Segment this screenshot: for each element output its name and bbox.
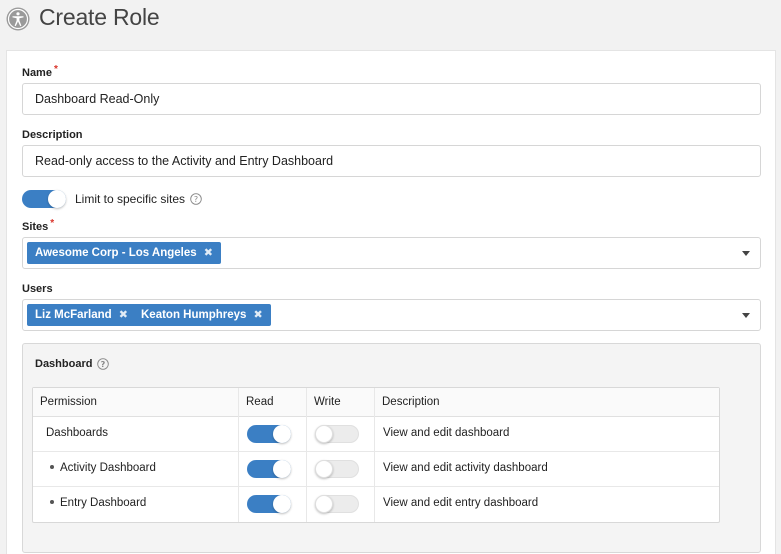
bullet-icon [50,500,54,504]
write-toggle[interactable] [315,495,359,513]
permission-name: Activity Dashboard [50,462,156,474]
write-toggle[interactable] [315,460,359,478]
user-tag: Keaton Humphreys ✖ [133,304,271,326]
help-icon[interactable]: ? [190,193,202,205]
table-header: Permission Read Write Description [33,388,719,417]
read-toggle[interactable] [247,425,291,443]
toggle-knob [48,190,66,208]
permissions-table: Permission Read Write Description Dashbo… [32,387,720,523]
site-tag: Awesome Corp - Los Angeles ✖ [27,242,221,264]
required-marker: * [53,64,58,75]
remove-tag-icon[interactable]: ✖ [204,247,213,259]
panel-title: Dashboard ? [35,358,110,370]
toggle-knob [273,495,291,513]
toggle-knob [315,460,333,478]
page-title: Create Role [39,4,160,30]
required-marker: * [50,218,55,229]
table-row: Dashboards View and edit dashboard [33,417,719,452]
remove-tag-icon[interactable]: ✖ [119,309,128,321]
permission-name: Entry Dashboard [50,497,146,509]
toggle-knob [315,495,333,513]
accessibility-icon [6,7,30,31]
user-tag: Liz McFarland ✖ [27,304,136,326]
svg-text:?: ? [194,195,198,204]
table-row: Activity Dashboard View and edit activit… [33,452,719,487]
users-label: Users [22,283,53,295]
read-toggle[interactable] [247,460,291,478]
bullet-icon [50,465,54,469]
create-role-form: Name * Dashboard Read-Only Description Re… [6,50,776,554]
permission-description: View and edit activity dashboard [383,462,548,474]
toggle-knob [315,425,333,443]
permission-name: Dashboards [46,427,109,439]
description-label: Description [22,129,83,141]
svg-text:?: ? [101,360,106,369]
limit-sites-row: Limit to specific sites ? [22,189,202,209]
column-header-description: Description [382,396,440,408]
remove-tag-icon[interactable]: ✖ [253,309,262,321]
page-header: Create Role [0,0,781,40]
column-header-write: Write [314,396,341,408]
users-select[interactable]: Liz McFarland ✖ Keaton Humphreys ✖ [22,299,761,331]
sites-select[interactable]: Awesome Corp - Los Angeles ✖ [22,237,761,269]
write-toggle[interactable] [315,425,359,443]
column-header-read: Read [246,396,274,408]
limit-sites-label: Limit to specific sites [75,192,186,206]
chevron-down-icon[interactable] [742,251,750,256]
help-icon[interactable]: ? [97,358,110,370]
limit-sites-toggle[interactable] [22,190,66,208]
name-label: Name * [22,64,58,79]
permission-description: View and edit entry dashboard [383,497,539,509]
toggle-knob [273,460,291,478]
toggle-knob [273,425,291,443]
column-header-permission: Permission [40,396,97,408]
sites-label: Sites * [22,218,55,233]
name-input[interactable]: Dashboard Read-Only [22,83,761,115]
description-input[interactable]: Read-only access to the Activity and Ent… [22,145,761,177]
permission-description: View and edit dashboard [383,427,510,439]
read-toggle[interactable] [247,495,291,513]
chevron-down-icon[interactable] [742,313,750,318]
table-row: Entry Dashboard View and edit entry dash… [33,487,719,522]
